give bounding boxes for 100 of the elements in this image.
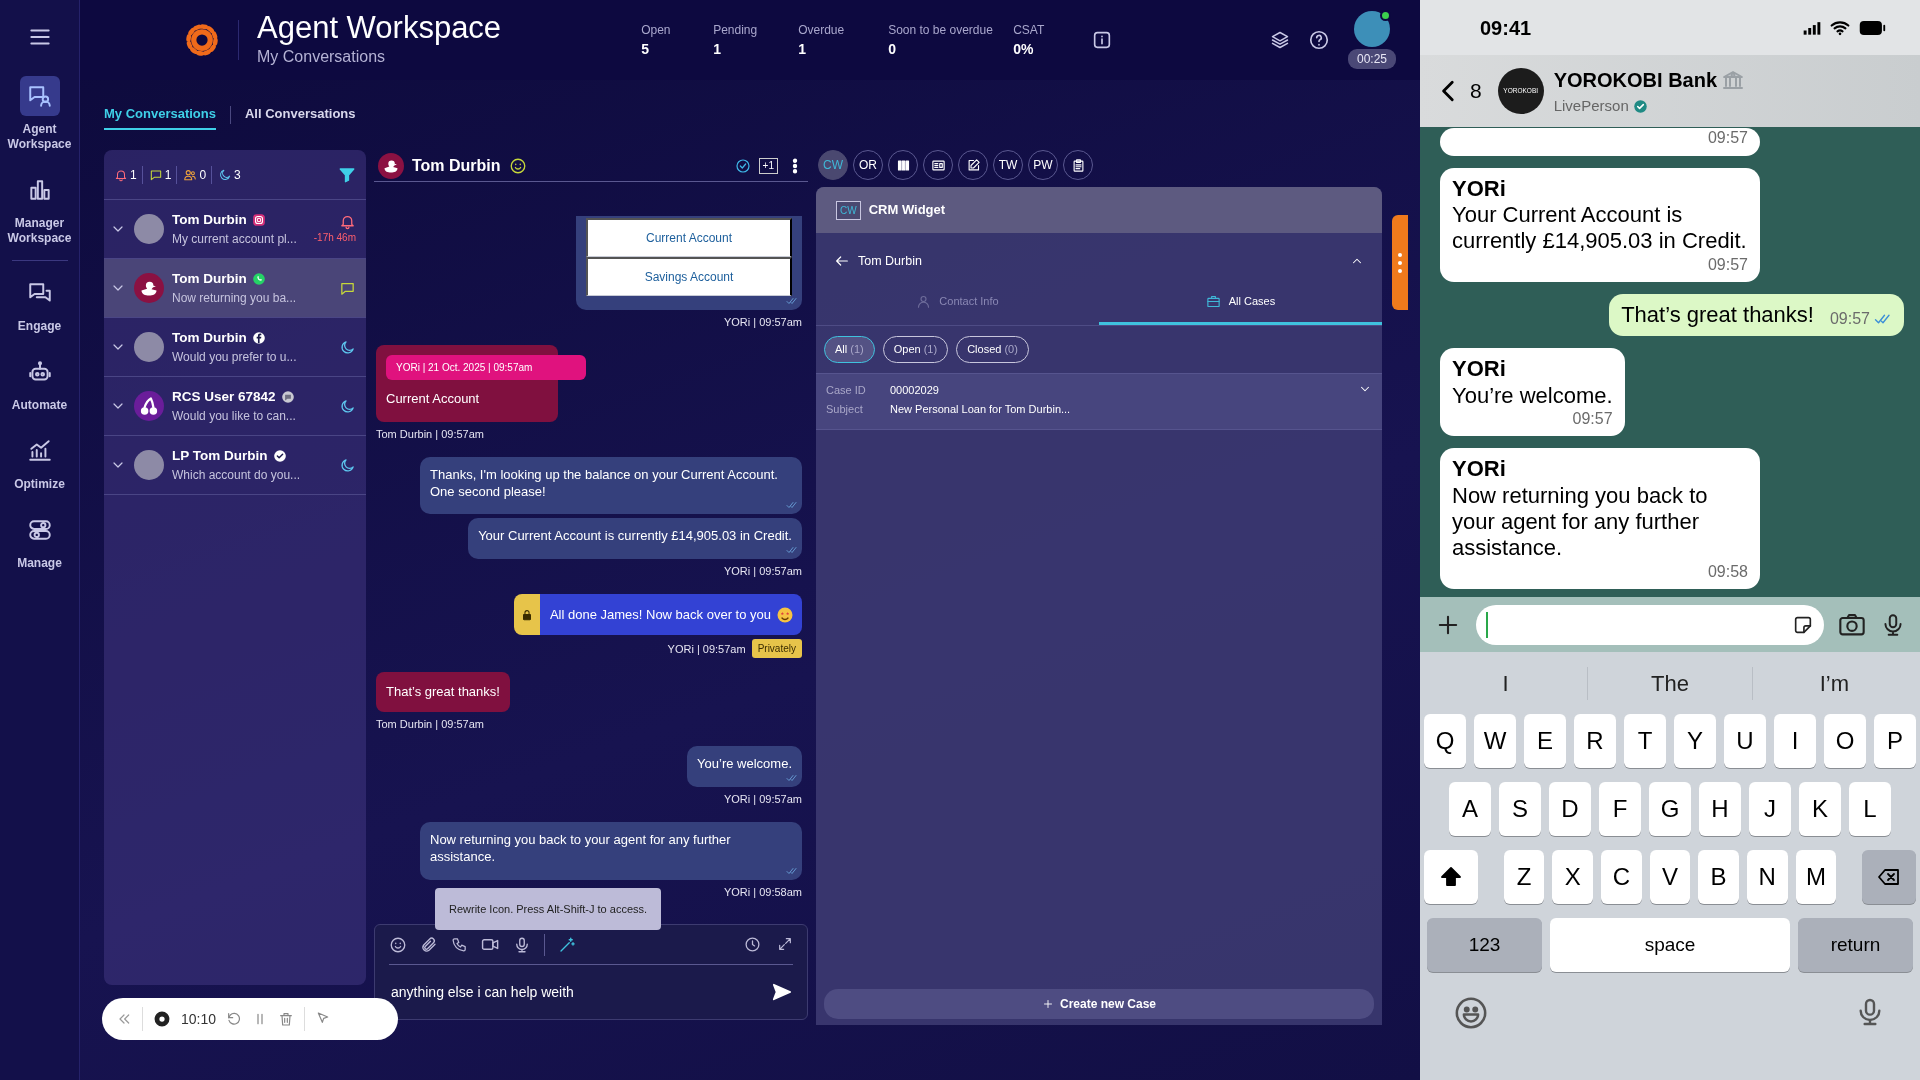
message-preview: Would you like to can...: [172, 408, 297, 426]
check-badge-icon: [272, 449, 287, 463]
attach-icon[interactable]: [420, 935, 438, 954]
keyboard-key[interactable]: B: [1698, 850, 1739, 904]
message-input[interactable]: anything else i can help weith: [389, 980, 771, 1004]
message-text: You’re welcome.: [1452, 382, 1613, 410]
keyboard-key[interactable]: S: [1499, 782, 1541, 836]
rail-nav-button[interactable]: Automate: [0, 346, 79, 421]
keyboard-key[interactable]: U: [1724, 714, 1766, 768]
keyboard-key[interactable]: Q: [1424, 714, 1466, 768]
keyboard-key[interactable]: A: [1449, 782, 1491, 836]
stat-value: 0%: [1013, 39, 1035, 59]
word-suggestion[interactable]: I’m: [1752, 666, 1916, 700]
keyboard-key[interactable]: V: [1649, 850, 1691, 904]
emoji-icon[interactable]: [1454, 996, 1488, 1030]
keyboard-key[interactable]: O: [1824, 714, 1866, 768]
rail-nav-button[interactable]: Engage: [0, 267, 79, 342]
keyboard-key[interactable]: N: [1746, 850, 1788, 904]
rail-nav-button[interactable]: Manage: [0, 504, 79, 579]
case-filter-chip[interactable]: All (1): [824, 336, 875, 363]
contact-name: LP Tom Durbin: [172, 446, 268, 465]
phone-icon[interactable]: [451, 936, 468, 953]
keyboard-key[interactable]: E: [1524, 714, 1566, 768]
conversation-item[interactable]: Tom Durbin Now returning you ba...: [104, 259, 366, 318]
rail-nav-button[interactable]: Agent Workspace: [0, 70, 79, 160]
keyboard-key[interactable]: L: [1849, 782, 1891, 836]
keyboard-key[interactable]: H: [1699, 782, 1741, 836]
keyboard-key[interactable]: F: [1599, 782, 1641, 836]
keyboard-key[interactable]: P: [1874, 714, 1916, 768]
message-text: Thanks, I'm looking up the balance on your Current Account. One second please!: [430, 466, 778, 499]
moon-icon: [339, 456, 356, 474]
keyboard-key[interactable]: Z: [1503, 850, 1545, 904]
chat-person-icon: [26, 83, 53, 109]
send-icon[interactable]: [771, 981, 793, 1003]
microphone-icon[interactable]: [513, 935, 531, 954]
conversation-tab[interactable]: All Conversations: [245, 100, 356, 130]
restart-icon[interactable]: [226, 1011, 243, 1027]
keyboard-key[interactable]: J: [1749, 782, 1791, 836]
stat-value: 5: [641, 39, 650, 59]
crm-tab[interactable]: All Cases: [1099, 281, 1382, 325]
message-input[interactable]: [1476, 604, 1824, 645]
rail-nav-button[interactable]: Optimize: [0, 425, 79, 500]
numbers-key[interactable]: 123: [1427, 918, 1542, 972]
space-key[interactable]: space: [1550, 918, 1790, 972]
create-case-button[interactable]: Create new Case: [824, 989, 1374, 1019]
field-label: Subject: [826, 402, 864, 417]
keyboard-key[interactable]: M: [1795, 850, 1837, 904]
keyboard-key[interactable]: G: [1649, 782, 1691, 836]
briefcase-icon: [1205, 294, 1221, 309]
agent-avatar[interactable]: [1354, 11, 1390, 47]
contact-name: Tom Durbin: [172, 210, 247, 229]
return-key[interactable]: return: [1798, 918, 1913, 972]
word-suggestion[interactable]: The: [1588, 666, 1753, 700]
back-button[interactable]: 8: [1430, 74, 1488, 108]
verified-badge-icon: [1632, 98, 1648, 114]
keyboard-key[interactable]: X: [1552, 850, 1594, 904]
chat-bubble-icon: [280, 390, 295, 404]
backspace-key[interactable]: [1861, 850, 1916, 904]
message-meta: Tom Durbin | 09:57am: [376, 716, 485, 732]
stat-label: Open: [641, 21, 672, 39]
word-suggestion[interactable]: I: [1424, 666, 1589, 700]
rail-nav-button[interactable]: Manager Workspace: [0, 164, 79, 254]
keyboard-key[interactable]: T: [1624, 714, 1666, 768]
panel-handle[interactable]: [1392, 215, 1408, 310]
field-label: Case ID: [826, 382, 867, 398]
conversation-item[interactable]: Tom Durbin Would you prefer to u...: [104, 318, 366, 377]
keyboard-key[interactable]: I: [1774, 714, 1816, 768]
back-arrow-icon[interactable]: [834, 253, 850, 269]
duck-avatar-icon: [378, 152, 404, 179]
trash-icon[interactable]: [278, 1011, 295, 1027]
avatar-placeholder: [134, 450, 164, 480]
keyboard-key[interactable]: D: [1549, 782, 1591, 836]
conversation-tab[interactable]: My Conversations: [104, 100, 216, 130]
widget-tab[interactable]: CW: [818, 150, 848, 180]
moon-icon: [339, 338, 356, 356]
keyboard-key[interactable]: Y: [1674, 714, 1716, 768]
stat-value: 1: [713, 39, 722, 59]
option-button[interactable]: Savings Account: [586, 257, 792, 297]
widget-title: CRM Widget: [868, 201, 946, 220]
queue-count: 0: [199, 166, 207, 184]
magic-wand-icon[interactable]: [558, 935, 576, 954]
check-circle-icon[interactable]: [734, 157, 751, 174]
keyboard-key[interactable]: W: [1474, 714, 1516, 768]
shift-key[interactable]: [1424, 850, 1479, 904]
keyboard-key[interactable]: K: [1799, 782, 1841, 836]
expand-icon[interactable]: [777, 936, 793, 952]
keyboard-key[interactable]: R: [1574, 714, 1616, 768]
help-icon[interactable]: [1307, 29, 1330, 51]
option-button[interactable]: Current Account: [586, 218, 792, 258]
record-icon[interactable]: [153, 1010, 171, 1028]
layers-icon[interactable]: [1269, 30, 1290, 50]
clock-icon[interactable]: [744, 936, 761, 953]
emoji-icon[interactable]: [389, 935, 407, 954]
conversation-item[interactable]: RCS User 67842 Would you like to can...: [104, 377, 366, 436]
stat-label: Soon to be overdue: [888, 21, 994, 39]
add-participant-button[interactable]: +1: [758, 157, 778, 174]
case-card[interactable]: Case ID 00002029 Subject New Personal Loan for Tom Durbin...: [816, 372, 1382, 430]
filter-icon[interactable]: [338, 165, 356, 184]
conversation-item[interactable]: LP Tom Durbin Which account do you...: [104, 436, 366, 495]
keyboard-key[interactable]: C: [1601, 850, 1642, 904]
